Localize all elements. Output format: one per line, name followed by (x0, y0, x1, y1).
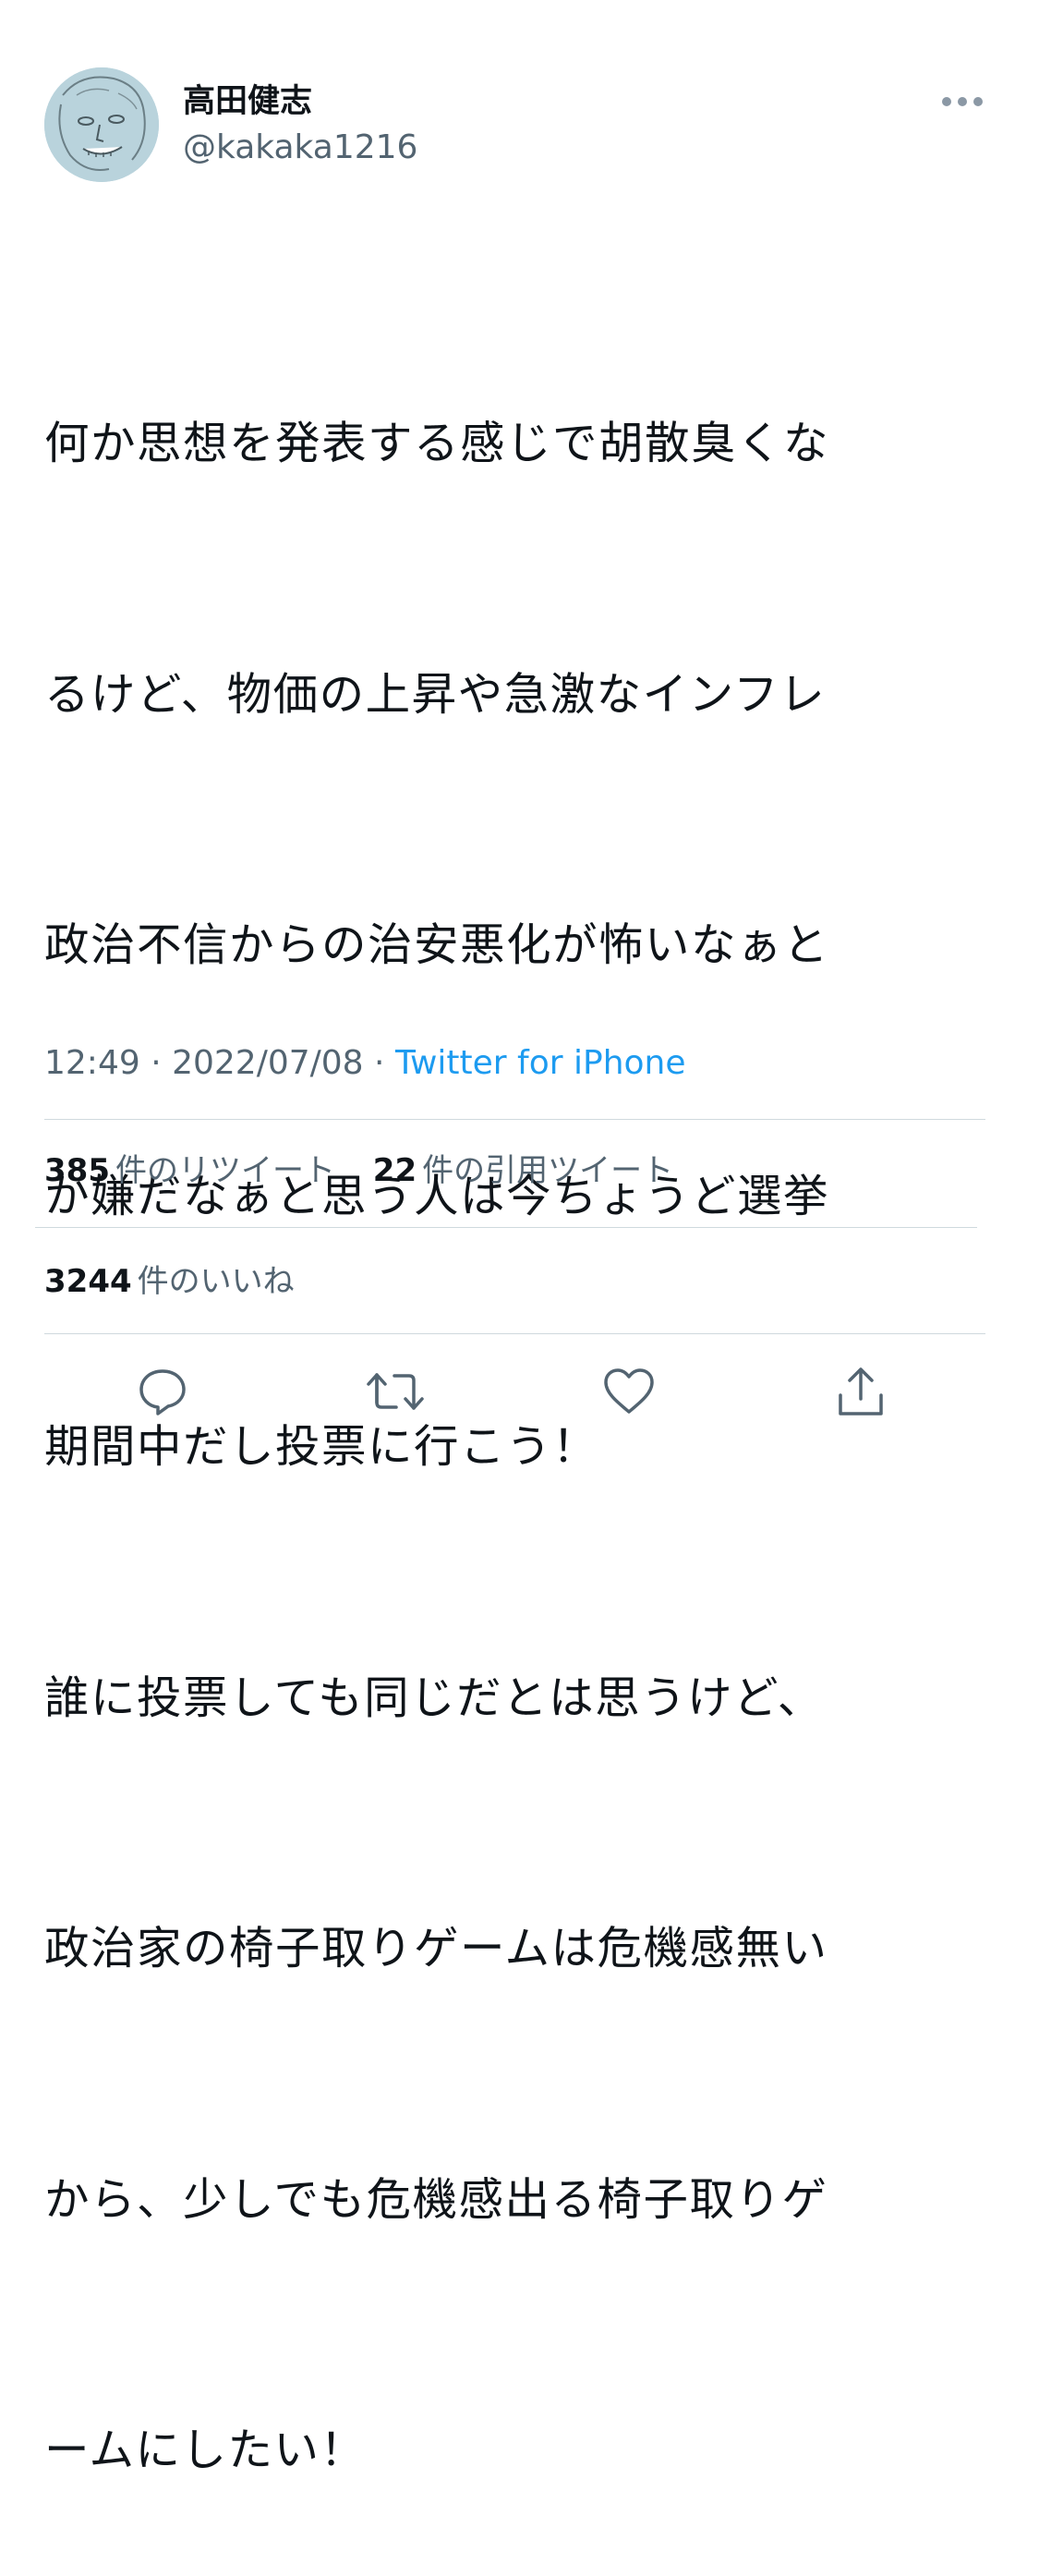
divider (44, 1119, 985, 1120)
quotes-count: 22 (372, 1152, 417, 1189)
display-name[interactable]: 高田健志 (183, 79, 312, 124)
likes-stats-row: 3244 件のいいね (44, 1258, 295, 1305)
action-bar (0, 1358, 1039, 1432)
likes-count: 3244 (44, 1263, 132, 1300)
tweet-meta: 12:49 · 2022/07/08 · Twitter for iPhone (44, 1040, 686, 1087)
tweet-time[interactable]: 12:49 (44, 1044, 140, 1082)
meta-separator: · (139, 1044, 173, 1082)
quotes-label: 件の引用ツイート (422, 1152, 674, 1189)
divider (44, 1333, 985, 1334)
share-button[interactable] (828, 1358, 894, 1425)
tweet-line: 何か思想を発表する感じで胡散臭くな (44, 418, 830, 469)
likes-stat[interactable]: 3244 件のいいね (44, 1258, 295, 1305)
tweet-line: るけど、物価の上昇や急激なインフレ (44, 668, 827, 721)
more-dots-icon (942, 97, 983, 106)
more-options-button[interactable] (935, 83, 990, 120)
reply-icon (139, 1369, 186, 1416)
retweet-stats-row: 385 件のリツイート 22 件の引用ツイート (44, 1148, 673, 1194)
like-button[interactable] (596, 1358, 662, 1425)
avatar-sketch-image (44, 67, 159, 182)
tweet-line: 誰に投票しても同じだとは思うけど、 (44, 1671, 824, 1724)
tweet-line: 政治家の椅子取りゲームは危機感無い (44, 1923, 828, 1975)
tweet-source-link[interactable]: Twitter for iPhone (395, 1044, 686, 1082)
retweet-icon (367, 1373, 424, 1410)
tweet-line: ームにしたい！ (44, 2424, 367, 2476)
quotes-stat[interactable]: 22 件の引用ツイート (373, 1148, 673, 1194)
reply-button[interactable] (129, 1358, 196, 1425)
tweet-line: 政治不信からの治安悪化が怖いなぁと (44, 919, 830, 971)
meta-separator: · (363, 1044, 395, 1082)
tweet-date[interactable]: 2022/07/08 (172, 1044, 364, 1082)
retweets-label: 件のリツイート (115, 1152, 335, 1189)
user-handle[interactable]: @kakaka1216 (183, 126, 417, 170)
retweets-stat[interactable]: 385 件のリツイート (44, 1148, 335, 1194)
retweet-button[interactable] (362, 1358, 429, 1425)
share-icon (839, 1367, 883, 1416)
avatar[interactable] (44, 67, 159, 182)
tweet-line: から、少しでも危機感出る椅子取りゲ (44, 2173, 828, 2226)
likes-label: 件のいいね (137, 1263, 295, 1300)
retweets-count: 385 (44, 1152, 110, 1189)
divider (35, 1227, 977, 1228)
heart-icon (604, 1368, 654, 1414)
